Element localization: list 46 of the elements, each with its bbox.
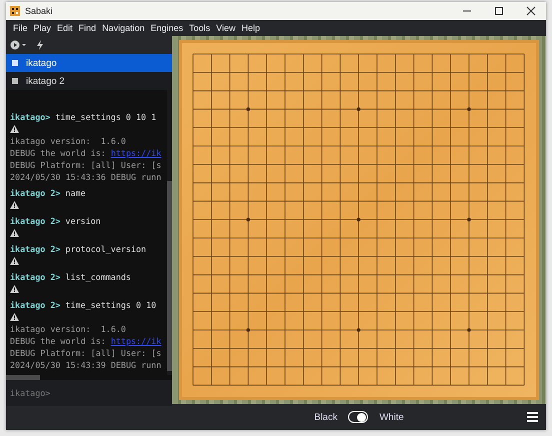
console-command: list_commands [65, 271, 131, 283]
square-icon [12, 60, 18, 66]
player-toggle[interactable] [348, 411, 368, 423]
menu-item[interactable]: File [10, 23, 31, 33]
menu-item[interactable]: Tools [186, 23, 214, 33]
app-logo-icon [10, 6, 20, 16]
menu-item[interactable]: Edit [54, 23, 76, 33]
menu-icon[interactable] [527, 412, 538, 422]
menu-item[interactable]: Help [238, 23, 264, 33]
console-prompt: ikatago 2> [10, 299, 60, 311]
console-prompt: ikatago 2> [10, 215, 60, 227]
console-command: time_settings 0 10 1 [55, 111, 156, 123]
lightning-icon[interactable] [36, 40, 44, 50]
scrollbar-thumb[interactable] [167, 181, 172, 371]
console-output: ikatago version: 1.6.0 [10, 323, 127, 335]
square-icon [12, 78, 18, 84]
console-output: DEBUG the world is: [10, 336, 107, 346]
player-label: Black [314, 412, 338, 422]
console-command: time_settings 0 10 [65, 299, 156, 311]
console-output: 2024/05/30 15:43:36 DEBUG runn [10, 171, 162, 183]
console-command: name [65, 187, 86, 199]
window-title: Sabaki [25, 6, 54, 16]
menu-item[interactable]: Play [30, 23, 54, 33]
console-prompt: ikatago> [10, 111, 50, 123]
menu-item[interactable]: Find [76, 23, 100, 33]
console-output: DEBUG the world is: [10, 148, 107, 158]
engine-item[interactable]: ikatago 2 [6, 72, 172, 90]
menu-item[interactable]: Engines [148, 23, 186, 33]
scrollbar-thumb[interactable] [6, 375, 40, 380]
console-command: protocol_version [65, 243, 146, 255]
menu-item[interactable]: Navigation [99, 23, 148, 33]
console-output: DEBUG Platform: [all] User: [s [10, 159, 162, 171]
console-input-field[interactable]: ikatago> [6, 380, 172, 406]
maximize-icon[interactable] [494, 6, 504, 16]
console-prompt: ikatago 2> [10, 187, 60, 199]
console-prompt: ikatago 2> [10, 271, 60, 283]
console-output: 2024/05/30 15:43:39 DEBUG runn [10, 359, 162, 371]
console-output: ikatago version: 1.6.0 [10, 135, 127, 147]
console-prompt: ikatago 2> [10, 243, 60, 255]
console-command: version [65, 215, 101, 227]
engine-item[interactable]: ikatago [6, 54, 172, 72]
play-dropdown-icon[interactable] [10, 40, 28, 50]
menu-item[interactable]: View [213, 23, 238, 33]
console-output: DEBUG Platform: [all] User: [s [10, 347, 162, 359]
close-icon[interactable] [526, 6, 536, 16]
player-label: White [379, 412, 404, 422]
